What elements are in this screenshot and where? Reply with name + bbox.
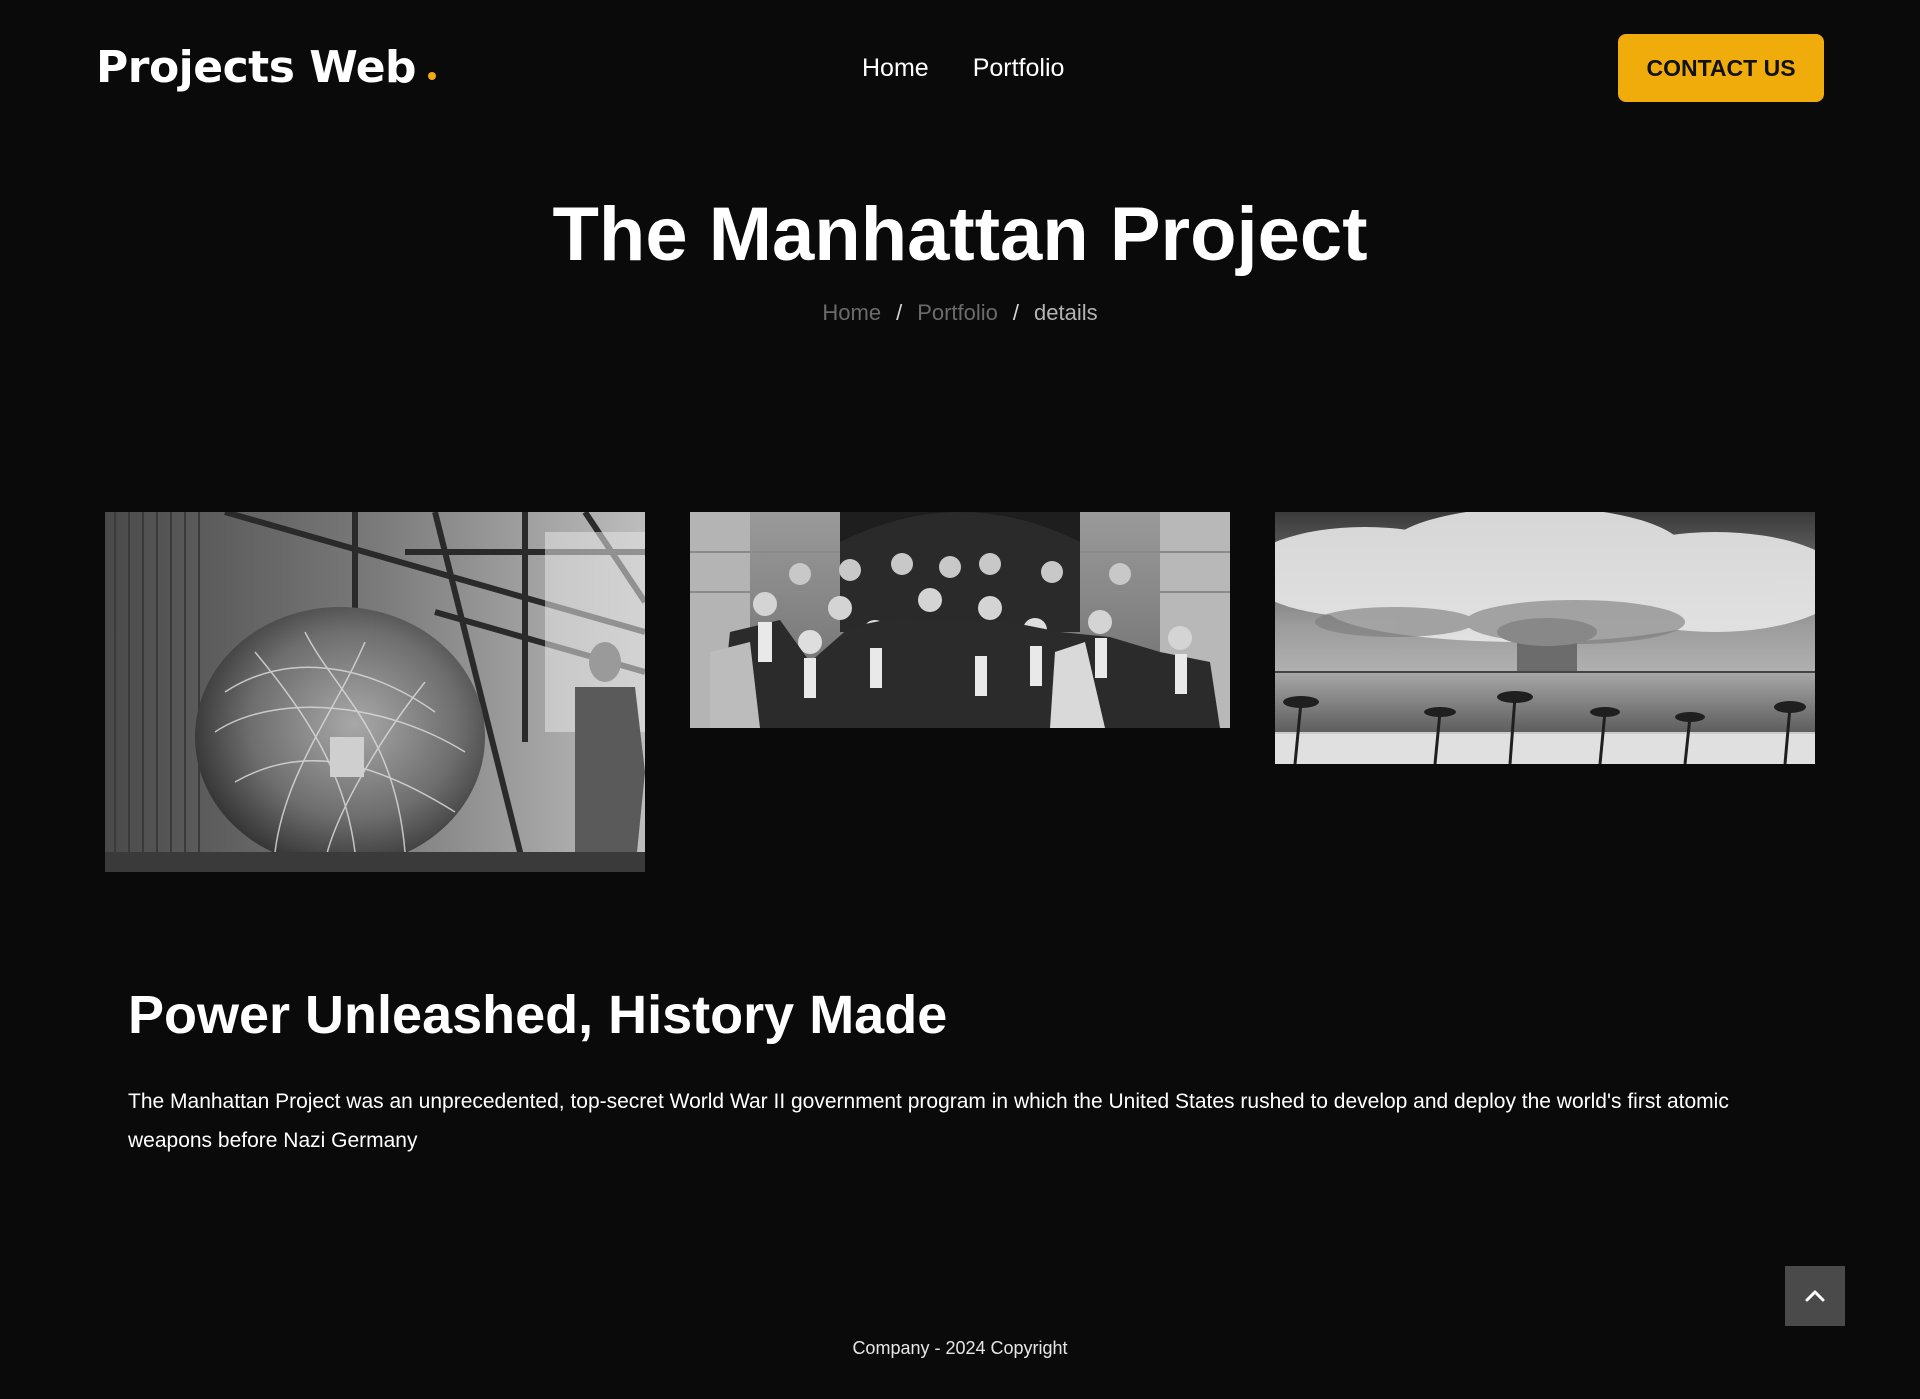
footer-copyright: Company - 2024 Copyright: [852, 1338, 1068, 1358]
scientists-group-photo[interactable]: [690, 512, 1230, 728]
back-to-top-button[interactable]: [1785, 1266, 1845, 1326]
nav-portfolio-link[interactable]: Portfolio: [973, 52, 1065, 84]
main-nav: Home Portfolio: [862, 52, 1064, 84]
gadget-device-photo[interactable]: [105, 512, 645, 872]
mushroom-cloud-photo[interactable]: [1275, 512, 1815, 764]
nav-home-link[interactable]: Home: [862, 52, 929, 84]
breadcrumb-portfolio-link[interactable]: Portfolio: [917, 298, 998, 328]
contact-us-button[interactable]: CONTACT US: [1618, 34, 1824, 102]
logo-text: Projects Web: [96, 42, 417, 93]
logo[interactable]: Projects Web: [96, 42, 437, 94]
page-title: The Manhattan Project: [552, 192, 1368, 277]
breadcrumb-separator: /: [1012, 300, 1020, 325]
section-title: Power Unleashed, History Made: [128, 985, 948, 1045]
breadcrumb-separator: /: [896, 300, 903, 325]
site-header: Projects Web Home Portfolio CONTACT US: [0, 0, 1920, 136]
chevron-up-icon: [1805, 1290, 1825, 1302]
section-description: The Manhattan Project was an unprecedent…: [128, 1090, 1729, 1152]
breadcrumb: Home / Portfolio / details: [0, 298, 1920, 328]
logo-dot-icon: [428, 72, 437, 80]
breadcrumb-home-link[interactable]: Home: [822, 298, 881, 328]
breadcrumb-current: details: [1034, 300, 1098, 325]
